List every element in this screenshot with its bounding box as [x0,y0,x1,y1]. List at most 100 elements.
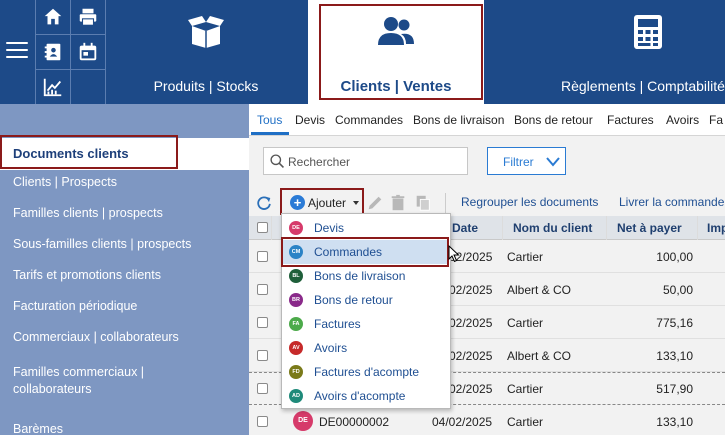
sidebar-item-familles-clients[interactable]: Familles clients | prospects [0,205,249,222]
row-date: 02/2025 [449,382,493,396]
row-net: 100,00 [656,250,693,264]
row-net: 517,90 [656,382,693,396]
row-date: 02/2025 [449,316,493,330]
document-tabs: Tous Devis Commandes Bons de livraison B… [249,104,725,136]
row-checkbox[interactable] [257,317,268,328]
row-client: Albert & CO [507,349,572,363]
home-icon[interactable] [36,0,70,34]
menu-item-bons-de-retour[interactable]: BR Bons de retour [283,288,449,312]
column-header-client[interactable]: Nom du client [513,221,592,235]
module-label: Clients | Ventes [340,78,452,95]
add-button[interactable]: + Ajouter [287,192,361,214]
table-row[interactable]: DE DE00000002 04/02/2025 Cartier 133,10 [249,405,725,435]
doc-type-badge: FA [289,317,303,331]
group-documents-button[interactable]: Regrouper les documents [461,195,598,209]
add-label: Ajouter [308,196,347,210]
row-checkbox[interactable] [257,383,268,394]
row-date: 02/2025 [449,283,493,297]
sidebar: Documents clients Clients | Prospects Fa… [0,104,249,435]
row-net: 50,00 [662,283,693,297]
row-date: 02/2025 [449,349,493,363]
menu-item-bons-de-livraison[interactable]: BL Bons de livraison [283,264,449,288]
tab-factures[interactable]: Factures [607,104,654,135]
row-client: Cartier [507,250,544,264]
filter-label: Filtrer [503,155,534,169]
box-icon [116,14,296,52]
calculator-icon [545,14,725,52]
module-reglements-comptabilite[interactable]: Règlements | Comptabilité [545,0,725,104]
row-net: 133,10 [656,415,693,429]
menu-item-factures[interactable]: FA Factures [283,312,449,336]
doc-type-badge: AV [289,341,303,355]
plus-icon: + [290,195,305,210]
menu-icon[interactable] [6,42,28,60]
tab-devis[interactable]: Devis [295,104,325,135]
menu-item-label: Factures [314,317,361,331]
menu-item-avoirs-acompte[interactable]: AD Avoirs d'acompte [283,384,449,408]
module-label: Règlements | Comptabilité [561,78,725,94]
sidebar-item-tarifs-promotions[interactable]: Tarifs et promotions clients [0,267,249,284]
edit-icon[interactable] [366,194,384,212]
sidebar-item-familles-commerciaux[interactable]: Familles commerciaux | collaborateurs [0,364,200,398]
users-icon [308,14,484,52]
doc-type-badge: FD [289,365,303,379]
search-icon [270,154,284,168]
refresh-icon[interactable] [255,194,273,212]
search-input[interactable]: Rechercher [263,147,468,175]
active-tab-indicator [251,132,289,135]
row-net: 133,10 [656,349,693,363]
tab-bons-de-retour[interactable]: Bons de retour [514,104,593,135]
row-checkbox[interactable] [257,284,268,295]
tab-bons-de-livraison[interactable]: Bons de livraison [413,104,504,135]
column-header-date[interactable]: Date [452,221,478,235]
trash-icon[interactable] [389,194,407,212]
menu-item-label: Avoirs d'acompte [314,389,406,403]
menu-item-avoirs[interactable]: AV Avoirs [283,336,449,360]
calendar-icon[interactable] [71,35,105,69]
module-clients-ventes[interactable]: Clients | Ventes [308,0,484,104]
sidebar-item-commerciaux[interactable]: Commerciaux | collaborateurs [0,329,249,346]
deliver-order-button[interactable]: Livrer la commande [619,195,724,209]
menu-item-label: Factures d'acompte [314,365,420,379]
tab-factures-acompte[interactable]: Fa [709,104,723,135]
row-checkbox[interactable] [257,350,268,361]
menu-item-label: Devis [314,221,345,235]
search-placeholder: Rechercher [288,155,351,169]
sidebar-item-baremes[interactable]: Barèmes [0,421,249,435]
chart-icon[interactable] [36,70,70,104]
select-all-checkbox[interactable] [257,222,268,233]
sidebar-item-sous-familles-clients[interactable]: Sous-familles clients | prospects [0,236,249,253]
row-client: Cartier [507,382,544,396]
row-number: DE00000002 [319,415,390,429]
doc-type-badge: BR [289,293,303,307]
doc-type-badge: DE [293,411,313,431]
printer-icon[interactable] [71,0,105,34]
sidebar-item-facturation-periodique[interactable]: Facturation périodique [0,298,249,315]
menu-item-commandes[interactable]: CM Commandes [283,240,449,264]
toolbar-separator [445,193,446,213]
menu-item-label: Bons de livraison [314,269,406,283]
menu-item-devis[interactable]: DE Devis [283,216,449,240]
menu-item-label: Avoirs [314,341,348,355]
menu-item-factures-acompte[interactable]: FD Factures d'acompte [283,360,449,384]
tab-commandes[interactable]: Commandes [335,104,403,135]
doc-type-badge: BL [289,269,303,283]
menu-item-label: Commandes [314,245,383,259]
row-checkbox[interactable] [257,251,268,262]
contacts-icon[interactable] [36,35,70,69]
row-checkbox[interactable] [257,416,268,427]
tab-avoirs[interactable]: Avoirs [666,104,699,135]
sidebar-item-documents-clients[interactable]: Documents clients [0,138,249,170]
module-produits-stocks[interactable]: Produits | Stocks [116,0,296,104]
filter-button[interactable]: Filtrer [487,147,566,175]
sidebar-item-clients-prospects[interactable]: Clients | Prospects [0,174,249,191]
caret-down-icon [353,201,359,205]
row-client: Cartier [507,316,544,330]
chevron-down-icon [546,157,560,167]
column-header-net[interactable]: Net à payer [617,221,682,235]
copy-icon[interactable] [414,194,432,212]
menu-item-label: Bons de retour [314,293,393,307]
column-header-imp[interactable]: Imp [707,221,725,235]
module-label: Produits | Stocks [153,78,259,94]
row-net: 775,16 [656,316,693,330]
